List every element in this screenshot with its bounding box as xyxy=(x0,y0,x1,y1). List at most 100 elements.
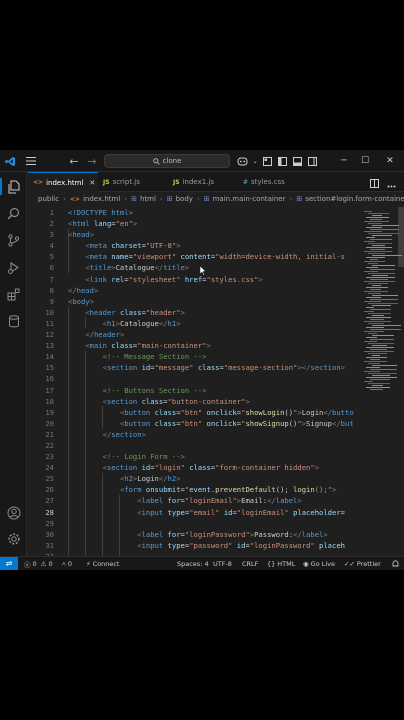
breadcrumb-item[interactable]: body xyxy=(176,195,193,203)
indentation-status[interactable]: Spaces: 4 xyxy=(177,557,209,570)
breadcrumb-item[interactable]: html xyxy=(140,195,156,203)
code-line: <input type="password" id="loginPassword… xyxy=(137,540,345,550)
line-number: 6 xyxy=(49,263,54,273)
tab-label: styles.css xyxy=(251,178,285,186)
copilot-menu-chevron-icon[interactable]: ⌄ xyxy=(252,156,258,167)
toggle-primary-sidebar-icon[interactable] xyxy=(277,156,288,167)
line-number: 26 xyxy=(45,485,54,495)
language-mode-status[interactable]: {} HTML xyxy=(267,557,295,570)
line-number: 4 xyxy=(49,241,54,251)
prettier-label: Prettier xyxy=(356,559,381,568)
command-center-search[interactable]: clone xyxy=(104,154,230,168)
chevron-right-icon: › xyxy=(63,195,66,203)
minimize-button[interactable]: ─ xyxy=(334,150,354,172)
js-file-icon: JS xyxy=(173,178,180,186)
accounts-icon[interactable] xyxy=(3,502,24,523)
code-line: <h2>Login</h2> xyxy=(119,474,181,484)
status-bar: ⇌ ⓧ 0 ⚠ 0 ⑃ 0 ⚡ Connect Spaces: 4 UTF-8 … xyxy=(0,556,404,570)
line-number: 5 xyxy=(49,252,54,262)
line-number: 22 xyxy=(45,440,54,450)
eol-status[interactable]: CRLF xyxy=(242,557,258,570)
line-number: 9 xyxy=(49,296,54,306)
code-line: <header class="header"> xyxy=(85,307,185,317)
code-line: <section id="login" class="form-containe… xyxy=(102,463,320,473)
code-editor[interactable]: 1 2 3 4 5 6 7 8 9 10 11 12 13 14 15 16 17 18 19 20 21 22 23 24 2… xyxy=(28,207,404,561)
remote-indicator-icon[interactable]: ⇌ xyxy=(0,557,18,570)
ports-icon: ⑃ xyxy=(62,559,66,568)
chevron-right-icon: › xyxy=(289,195,293,203)
source-control-icon[interactable] xyxy=(3,230,24,251)
tab-label: script.js xyxy=(112,178,140,186)
connect-label: Connect xyxy=(92,559,120,568)
breadcrumb-item[interactable]: public xyxy=(38,195,59,203)
extensions-icon[interactable] xyxy=(3,284,24,305)
toggle-panel-icon[interactable] xyxy=(292,156,303,167)
minimap-line xyxy=(372,235,392,237)
code-line: </header> xyxy=(85,330,125,340)
code-line: <!DOCTYPE html> xyxy=(68,208,133,217)
css-file-icon: # xyxy=(243,178,249,186)
customize-layout-icon[interactable] xyxy=(262,156,273,167)
line-number: 7 xyxy=(49,274,54,284)
go-live-button[interactable]: ◉ Go Live xyxy=(303,557,335,570)
line-number: 13 xyxy=(45,341,54,351)
tab-script-js[interactable]: JS script.js xyxy=(98,172,168,192)
encoding-status[interactable]: UTF-8 xyxy=(213,557,232,570)
search-icon xyxy=(152,157,160,165)
breadcrumb-item[interactable]: index.html xyxy=(83,195,120,203)
broadcast-icon: ◉ xyxy=(303,559,309,568)
tab-index1-js[interactable]: JS index1.js xyxy=(168,172,238,192)
run-debug-icon[interactable] xyxy=(3,257,24,278)
vertical-scrollbar[interactable] xyxy=(398,207,404,267)
line-number: 14 xyxy=(45,352,54,362)
line-number: 3 xyxy=(49,230,54,240)
toggle-secondary-sidebar-icon[interactable] xyxy=(307,156,318,167)
line-number: 27 xyxy=(45,496,54,506)
editor-tabs: <> index.html ✕ JS script.js JS index1.j… xyxy=(28,172,404,192)
code-lines[interactable]: <!DOCTYPE html> <html lang="en"> <head> … xyxy=(68,207,354,562)
close-icon[interactable]: ✕ xyxy=(89,179,95,187)
line-number-gutter: 1 2 3 4 5 6 7 8 9 10 11 12 13 14 15 16 17 18 19 20 21 22 23 24 2… xyxy=(28,207,54,562)
minimap-line xyxy=(370,389,383,391)
search-icon[interactable] xyxy=(3,203,24,224)
more-actions-icon[interactable] xyxy=(387,173,396,192)
copilot-icon[interactable] xyxy=(237,156,248,167)
code-line: <!-- Message Section --> xyxy=(102,352,207,362)
connect-button[interactable]: ⚡ Connect xyxy=(86,557,119,570)
menu-icon[interactable] xyxy=(22,150,40,172)
notifications-bell-icon[interactable] xyxy=(392,557,399,570)
manage-gear-icon[interactable] xyxy=(3,528,24,549)
code-line: <title>Catalogue</title> xyxy=(85,263,190,273)
code-line: <section class="button-container"> xyxy=(102,396,250,406)
line-number: 17 xyxy=(45,385,54,395)
code-line: <meta charset="UTF-8"> xyxy=(85,241,181,251)
explorer-icon[interactable] xyxy=(0,176,24,197)
search-text: clone xyxy=(162,157,182,165)
prettier-status[interactable]: ✓✓ Prettier xyxy=(344,557,381,570)
breadcrumb-item[interactable]: section#login.form-container.hid xyxy=(305,195,404,203)
braces-icon: {} xyxy=(267,559,276,568)
code-line: <form onsubmit="event.preventDefault(); … xyxy=(119,485,337,495)
maximize-button[interactable]: ☐ xyxy=(355,150,375,172)
line-number: 15 xyxy=(45,363,54,373)
back-arrow-icon[interactable]: ← xyxy=(66,150,82,172)
code-line: <label for="loginPassword">Password:</la… xyxy=(137,529,328,539)
breadcrumb-item[interactable]: main.main-container xyxy=(213,195,286,203)
line-number: 30 xyxy=(45,529,54,539)
tab-styles-css[interactable]: # styles.css xyxy=(238,172,313,192)
ports-status[interactable]: ⑃ 0 xyxy=(62,557,72,570)
tab-index-html[interactable]: <> index.html ✕ xyxy=(28,172,98,192)
forward-arrow-icon[interactable]: → xyxy=(84,150,100,172)
close-window-button[interactable]: ✕ xyxy=(380,150,400,172)
ports-count: 0 xyxy=(67,559,73,568)
double-check-icon: ✓✓ xyxy=(344,559,355,568)
database-icon[interactable] xyxy=(3,311,24,332)
code-line: <!-- Buttons Section --> xyxy=(102,385,207,395)
code-line: <h1>Catalogue</h1> xyxy=(102,318,181,328)
code-line: <input type="email" id="loginEmail" plac… xyxy=(137,507,345,517)
split-editor-icon[interactable] xyxy=(370,173,379,192)
problems-status[interactable]: ⓧ 0 ⚠ 0 xyxy=(24,557,53,570)
line-number: 29 xyxy=(45,518,54,528)
chevron-right-icon: › xyxy=(196,195,200,203)
